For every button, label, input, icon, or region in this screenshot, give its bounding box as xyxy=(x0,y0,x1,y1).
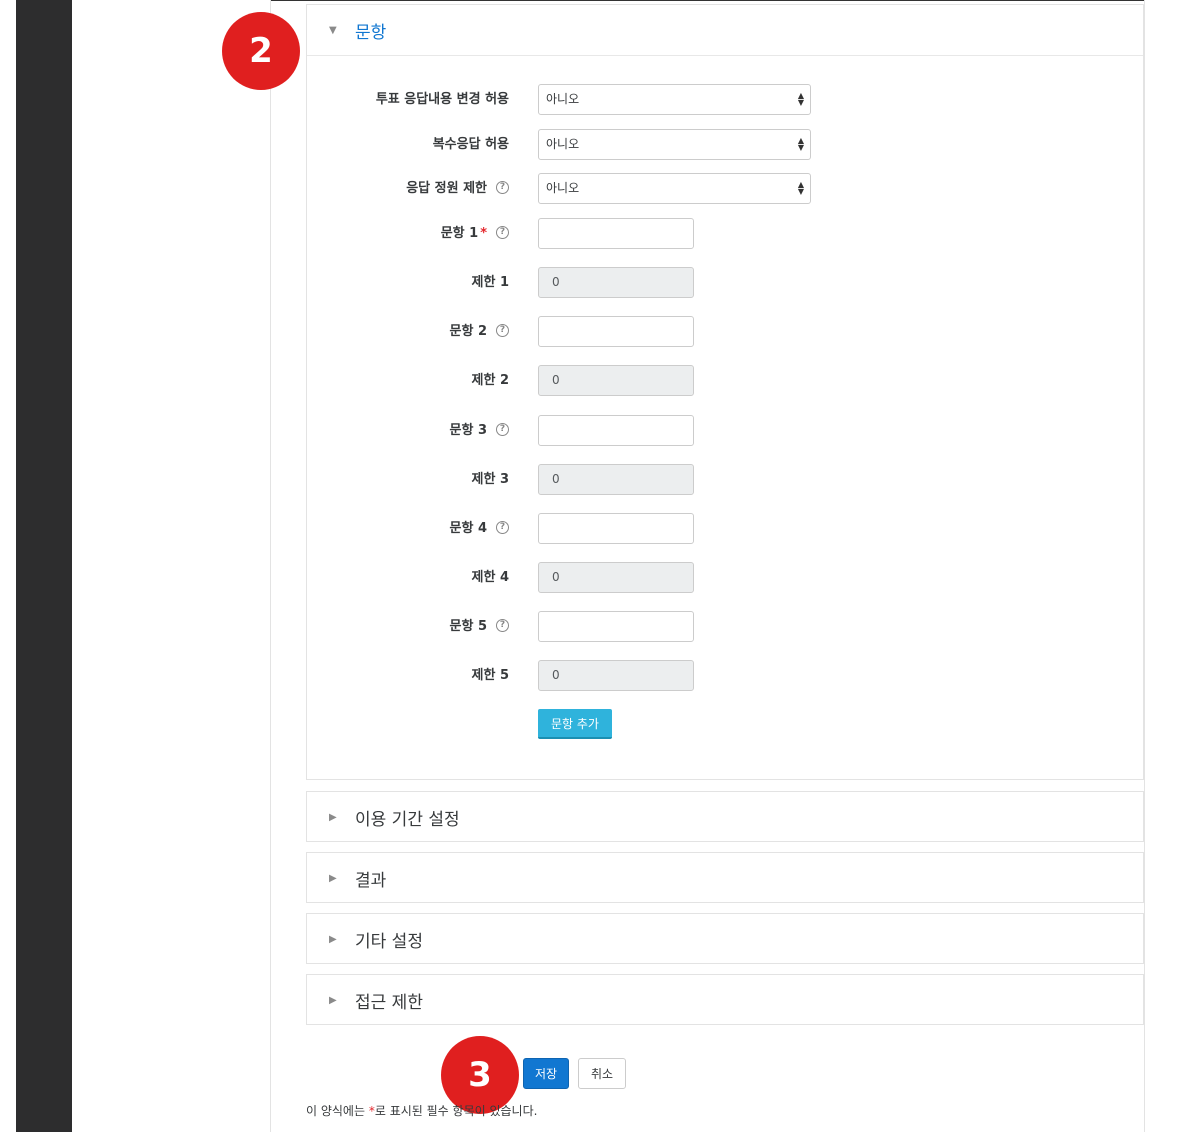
field-label-text: 문항 3 xyxy=(449,423,488,438)
field-label: 제한 3 xyxy=(472,464,510,495)
select-field[interactable]: 아니오 ▲ ▼ xyxy=(538,129,811,160)
collapsed-arrow-icon: ▶ xyxy=(329,811,337,823)
field-label-text: 문항 2 xyxy=(449,324,488,339)
add-option-button[interactable]: 문항 추가 xyxy=(538,709,612,739)
note-text-after: 로 표시된 필수 항목이 있습니다. xyxy=(374,1104,538,1118)
required-star: * xyxy=(480,226,487,241)
option-input[interactable] xyxy=(538,218,694,249)
field-label: 응답 정원 제한 xyxy=(406,173,487,204)
field-label: 투표 응답내용 변경 허용 xyxy=(376,84,509,115)
form-row: 제한 3 0 xyxy=(307,464,1143,495)
select-value: 아니오 xyxy=(546,92,580,106)
option-input[interactable] xyxy=(538,611,694,642)
field-label: 제한 5 xyxy=(472,660,510,691)
help-icon[interactable]: ? xyxy=(496,181,509,194)
right-margin-panel xyxy=(1144,0,1177,1132)
option-input[interactable] xyxy=(538,415,694,446)
form-row: 문항 5? xyxy=(307,611,1143,642)
select-caret-icon: ▲ ▼ xyxy=(797,180,804,196)
field-label-text: 복수응답 허용 xyxy=(432,137,509,152)
help-icon[interactable]: ? xyxy=(496,226,509,239)
field-label-text: 제한 5 xyxy=(471,668,510,683)
field-label-text: 제한 1 xyxy=(471,275,510,290)
required-fields-note: 이 양식에는 *로 표시된 필수 항목이 있습니다. xyxy=(306,1102,537,1119)
fieldset-header[interactable]: ▶ 기타 설정 xyxy=(307,914,1143,964)
field-label: 제한 1 xyxy=(472,267,510,298)
field-label-text: 문항 4 xyxy=(449,521,488,536)
select-value: 아니오 xyxy=(546,137,580,151)
field-label-text: 문항 5 xyxy=(449,619,488,634)
dark-side-drawer xyxy=(16,0,72,1132)
help-icon[interactable]: ? xyxy=(496,521,509,534)
field-label: 문항 1 * xyxy=(441,218,487,249)
fieldset-options: ▼ 문항 투표 응답내용 변경 허용 아니오 ▲ ▼ 복수응답 허용 아니오 ▲ ▼ 응답 정원… xyxy=(306,4,1144,780)
form-row: 제한 4 0 xyxy=(307,562,1143,593)
field-label: 문항 4 xyxy=(450,513,488,544)
fieldset-collapsed[interactable]: ▶ 기타 설정 xyxy=(306,913,1144,964)
fieldset-title: 이용 기간 설정 xyxy=(355,809,460,830)
field-label: 문항 3 xyxy=(450,415,488,446)
form-row: 제한 1 0 xyxy=(307,267,1143,298)
form-row: 제한 2 0 xyxy=(307,365,1143,396)
collapsed-arrow-icon: ▶ xyxy=(329,933,337,945)
fieldset-collapsed[interactable]: ▶ 이용 기간 설정 xyxy=(306,791,1144,842)
collapsed-arrow-icon: ▶ xyxy=(329,994,337,1006)
limit-input: 0 xyxy=(538,365,694,396)
select-field[interactable]: 아니오 ▲ ▼ xyxy=(538,84,811,115)
limit-input: 0 xyxy=(538,267,694,298)
fieldset-header[interactable]: ▶ 결과 xyxy=(307,853,1143,903)
step-badge-2: 2 xyxy=(222,12,300,90)
select-value: 아니오 xyxy=(546,181,580,195)
limit-input: 0 xyxy=(538,464,694,495)
field-label: 제한 2 xyxy=(472,365,510,396)
cancel-button[interactable]: 취소 xyxy=(578,1058,626,1089)
fieldset-options-header[interactable]: ▼ 문항 xyxy=(307,5,1143,56)
help-icon[interactable]: ? xyxy=(496,324,509,337)
form-row: 제한 5 0 xyxy=(307,660,1143,691)
field-label: 복수응답 허용 xyxy=(433,129,509,160)
fieldset-collapsed[interactable]: ▶ 접근 제한 xyxy=(306,974,1144,1025)
limit-input: 0 xyxy=(538,562,694,593)
form-row: 문항 4? xyxy=(307,513,1143,544)
help-icon[interactable]: ? xyxy=(496,423,509,436)
collapsed-arrow-icon: ▶ xyxy=(329,872,337,884)
form-row: 문항 1 *? xyxy=(307,218,1143,249)
select-caret-icon: ▲ ▼ xyxy=(797,91,804,107)
option-input[interactable] xyxy=(538,316,694,347)
field-label-text: 제한 2 xyxy=(471,373,510,388)
fieldset-collapsed[interactable]: ▶ 결과 xyxy=(306,852,1144,903)
save-button[interactable]: 저장 xyxy=(523,1058,569,1089)
form-row: 문항 3? xyxy=(307,415,1143,446)
fieldset-title: 기타 설정 xyxy=(355,931,423,952)
form-row: 문항 2? xyxy=(307,316,1143,347)
field-label-text: 제한 4 xyxy=(471,570,510,585)
field-label-text: 문항 1 xyxy=(440,226,479,241)
field-label: 문항 2 xyxy=(450,316,488,347)
fieldset-title: 접근 제한 xyxy=(355,992,423,1013)
limit-input: 0 xyxy=(538,660,694,691)
field-label-text: 투표 응답내용 변경 허용 xyxy=(375,92,509,107)
fieldset-header[interactable]: ▶ 이용 기간 설정 xyxy=(307,792,1143,842)
left-margin-panel xyxy=(72,0,271,1132)
field-label: 문항 5 xyxy=(450,611,488,642)
fieldset-header[interactable]: ▶ 접근 제한 xyxy=(307,975,1143,1025)
fieldset-options-title: 문항 xyxy=(355,22,387,43)
note-text-before: 이 양식에는 xyxy=(306,1104,369,1118)
select-caret-icon: ▲ ▼ xyxy=(797,136,804,152)
help-icon[interactable]: ? xyxy=(496,619,509,632)
expanded-arrow-icon: ▼ xyxy=(329,24,337,36)
field-label-text: 응답 정원 제한 xyxy=(406,181,487,196)
option-input[interactable] xyxy=(538,513,694,544)
form-row: 복수응답 허용 아니오 ▲ ▼ xyxy=(307,129,1143,160)
field-label: 제한 4 xyxy=(472,562,510,593)
form-row: 응답 정원 제한? 아니오 ▲ ▼ xyxy=(307,173,1143,204)
select-field[interactable]: 아니오 ▲ ▼ xyxy=(538,173,811,204)
fieldset-title: 결과 xyxy=(355,870,387,891)
form-row: 투표 응답내용 변경 허용 아니오 ▲ ▼ xyxy=(307,84,1143,115)
field-label-text: 제한 3 xyxy=(471,472,510,487)
